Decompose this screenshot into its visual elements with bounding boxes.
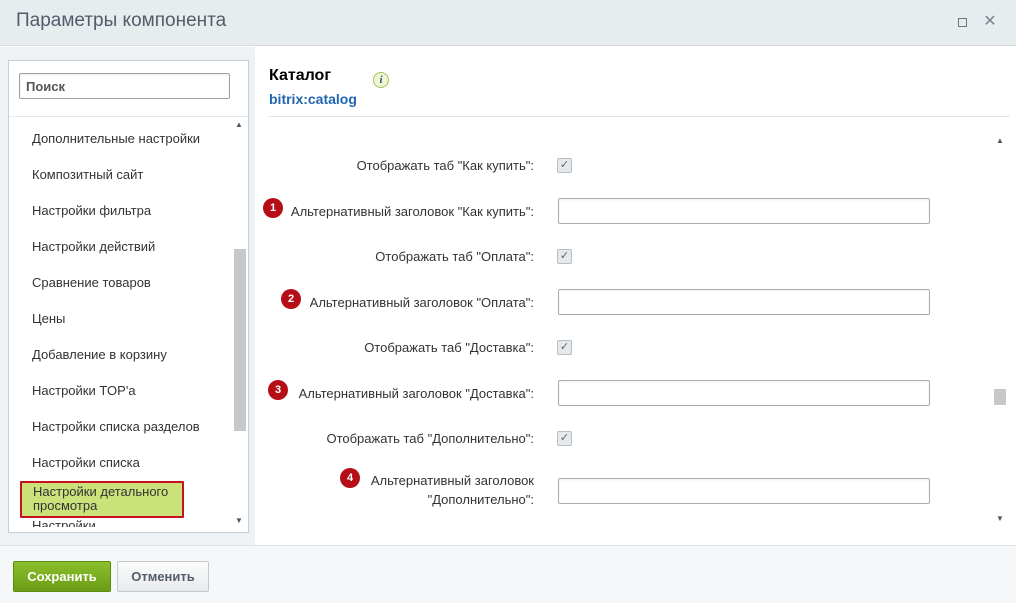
save-button[interactable]: Сохранить xyxy=(13,561,111,592)
scroll-down-icon[interactable]: ▼ xyxy=(992,513,1008,525)
show-tab-payment-checkbox[interactable]: ✓ xyxy=(557,249,572,264)
sidebar-item-next[interactable]: Настройки ... xyxy=(9,517,231,528)
dialog-body: Дополнительные настройки Композитный сай… xyxy=(0,47,1016,545)
show-tab-payment-label: Отображать таб "Оплата": xyxy=(375,249,534,264)
scrollbar-thumb[interactable] xyxy=(234,249,246,431)
alt-title-payment-input[interactable] xyxy=(558,289,930,315)
scrollbar-thumb[interactable] xyxy=(994,389,1006,405)
params-scrollbar[interactable]: ▲ ▼ xyxy=(992,133,1008,525)
alt-title-delivery-input[interactable] xyxy=(558,380,930,406)
sidebar-item-compare-products[interactable]: Сравнение товаров xyxy=(9,265,231,301)
show-tab-additional-label: Отображать таб "Дополнительно": xyxy=(326,431,534,446)
cancel-button[interactable]: Отменить xyxy=(117,561,209,592)
component-params-panel: Каталог i bitrix:catalog Отображать таб … xyxy=(255,47,1016,545)
sidebar-nav-list: Дополнительные настройки Композитный сай… xyxy=(9,119,231,527)
sidebar-item-add-to-cart[interactable]: Добавление в корзину xyxy=(9,337,231,373)
step-badge-2: 2 xyxy=(281,289,301,309)
alt-title-additional-input[interactable] xyxy=(558,478,930,504)
step-badge-1: 1 xyxy=(263,198,283,218)
sidebar-item-list-settings[interactable]: Настройки списка xyxy=(9,445,231,481)
dialog-title: Параметры компонента xyxy=(16,10,227,31)
sidebar-item-top-settings[interactable]: Настройки TOP'а xyxy=(9,373,231,409)
component-code: bitrix:catalog xyxy=(269,91,357,107)
alt-title-payment-label: Альтернативный заголовок "Оплата": xyxy=(309,295,534,310)
sidebar-item-composite-site[interactable]: Композитный сайт xyxy=(9,157,231,193)
sidebar-item-prices[interactable]: Цены xyxy=(9,301,231,337)
sections-sidebar: Дополнительные настройки Композитный сай… xyxy=(8,60,249,533)
show-tab-delivery-label: Отображать таб "Доставка": xyxy=(364,340,534,355)
show-tab-how-to-buy-label: Отображать таб "Как купить": xyxy=(356,158,534,173)
step-badge-4: 4 xyxy=(340,468,360,488)
dialog-footer: Сохранить Отменить xyxy=(0,545,1016,603)
close-icon[interactable]: ✕ xyxy=(982,14,998,30)
sidebar-item-section-list-settings[interactable]: Настройки списка разделов xyxy=(9,409,231,445)
sidebar-item-action-settings[interactable]: Настройки действий xyxy=(9,229,231,265)
show-tab-how-to-buy-checkbox[interactable]: ✓ xyxy=(557,158,572,173)
scroll-up-icon[interactable]: ▲ xyxy=(992,135,1008,147)
maximize-icon[interactable] xyxy=(954,14,970,30)
sidebar-scrollbar[interactable]: ▲ ▼ xyxy=(231,119,247,533)
alt-title-delivery-label: Альтернативный заголовок "Доставка": xyxy=(298,386,534,401)
header-divider xyxy=(269,116,1010,117)
search-input[interactable] xyxy=(19,73,230,99)
alt-title-how-to-buy-label: Альтернативный заголовок "Как купить": xyxy=(290,204,534,219)
search-area xyxy=(9,61,248,117)
alt-title-how-to-buy-input[interactable] xyxy=(558,198,930,224)
component-title: Каталог xyxy=(269,67,331,84)
scroll-down-icon[interactable]: ▼ xyxy=(231,515,247,527)
show-tab-additional-checkbox[interactable]: ✓ xyxy=(557,431,572,446)
info-icon[interactable]: i xyxy=(373,72,389,88)
show-tab-delivery-checkbox[interactable]: ✓ xyxy=(557,340,572,355)
sidebar-item-filter-settings[interactable]: Настройки фильтра xyxy=(9,193,231,229)
alt-title-additional-label-line1: Альтернативный заголовок xyxy=(370,473,534,488)
step-badge-3: 3 xyxy=(268,380,288,400)
sidebar-item-additional-settings[interactable]: Дополнительные настройки xyxy=(9,121,231,157)
scroll-up-icon[interactable]: ▲ xyxy=(231,119,247,131)
dialog-titlebar: Параметры компонента ✕ xyxy=(0,0,1016,46)
sidebar-item-detail-view-settings[interactable]: Настройки детального просмотра xyxy=(20,481,184,518)
alt-title-additional-label-line2: "Дополнительно": xyxy=(427,492,534,507)
